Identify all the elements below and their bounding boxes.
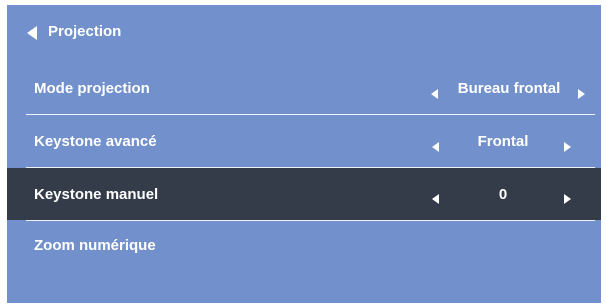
projection-menu-panel: Projection Mode projection Bureau fronta… — [7, 5, 601, 303]
menu-row-label: Mode projection — [34, 79, 150, 97]
chevron-right-icon[interactable] — [564, 194, 571, 204]
menu-row-value: Frontal — [477, 132, 529, 150]
menu-row-value: 0 — [498, 185, 508, 203]
menu-row-label: Keystone manuel — [34, 185, 159, 203]
menu-row-label: Zoom numérique — [34, 236, 156, 254]
chevron-left-icon[interactable] — [432, 194, 439, 204]
chevron-right-icon[interactable] — [564, 142, 571, 152]
menu-row-zoom-numerique[interactable]: Zoom numérique — [7, 221, 601, 273]
chevron-right-icon[interactable] — [578, 89, 585, 99]
menu-header[interactable]: Projection — [7, 5, 601, 61]
menu-title: Projection — [48, 23, 122, 40]
menu-row-mode-projection[interactable]: Mode projection Bureau frontal — [7, 62, 601, 114]
menu-row-value: Bureau frontal — [457, 79, 561, 97]
menu-row-keystone-avance[interactable]: Keystone avancé Frontal — [7, 115, 601, 167]
menu-row-keystone-manuel[interactable]: Keystone manuel 0 — [7, 168, 601, 220]
chevron-left-icon[interactable] — [431, 89, 438, 99]
back-arrow-icon[interactable] — [27, 26, 37, 40]
chevron-left-icon[interactable] — [432, 142, 439, 152]
menu-row-label: Keystone avancé — [34, 132, 157, 150]
